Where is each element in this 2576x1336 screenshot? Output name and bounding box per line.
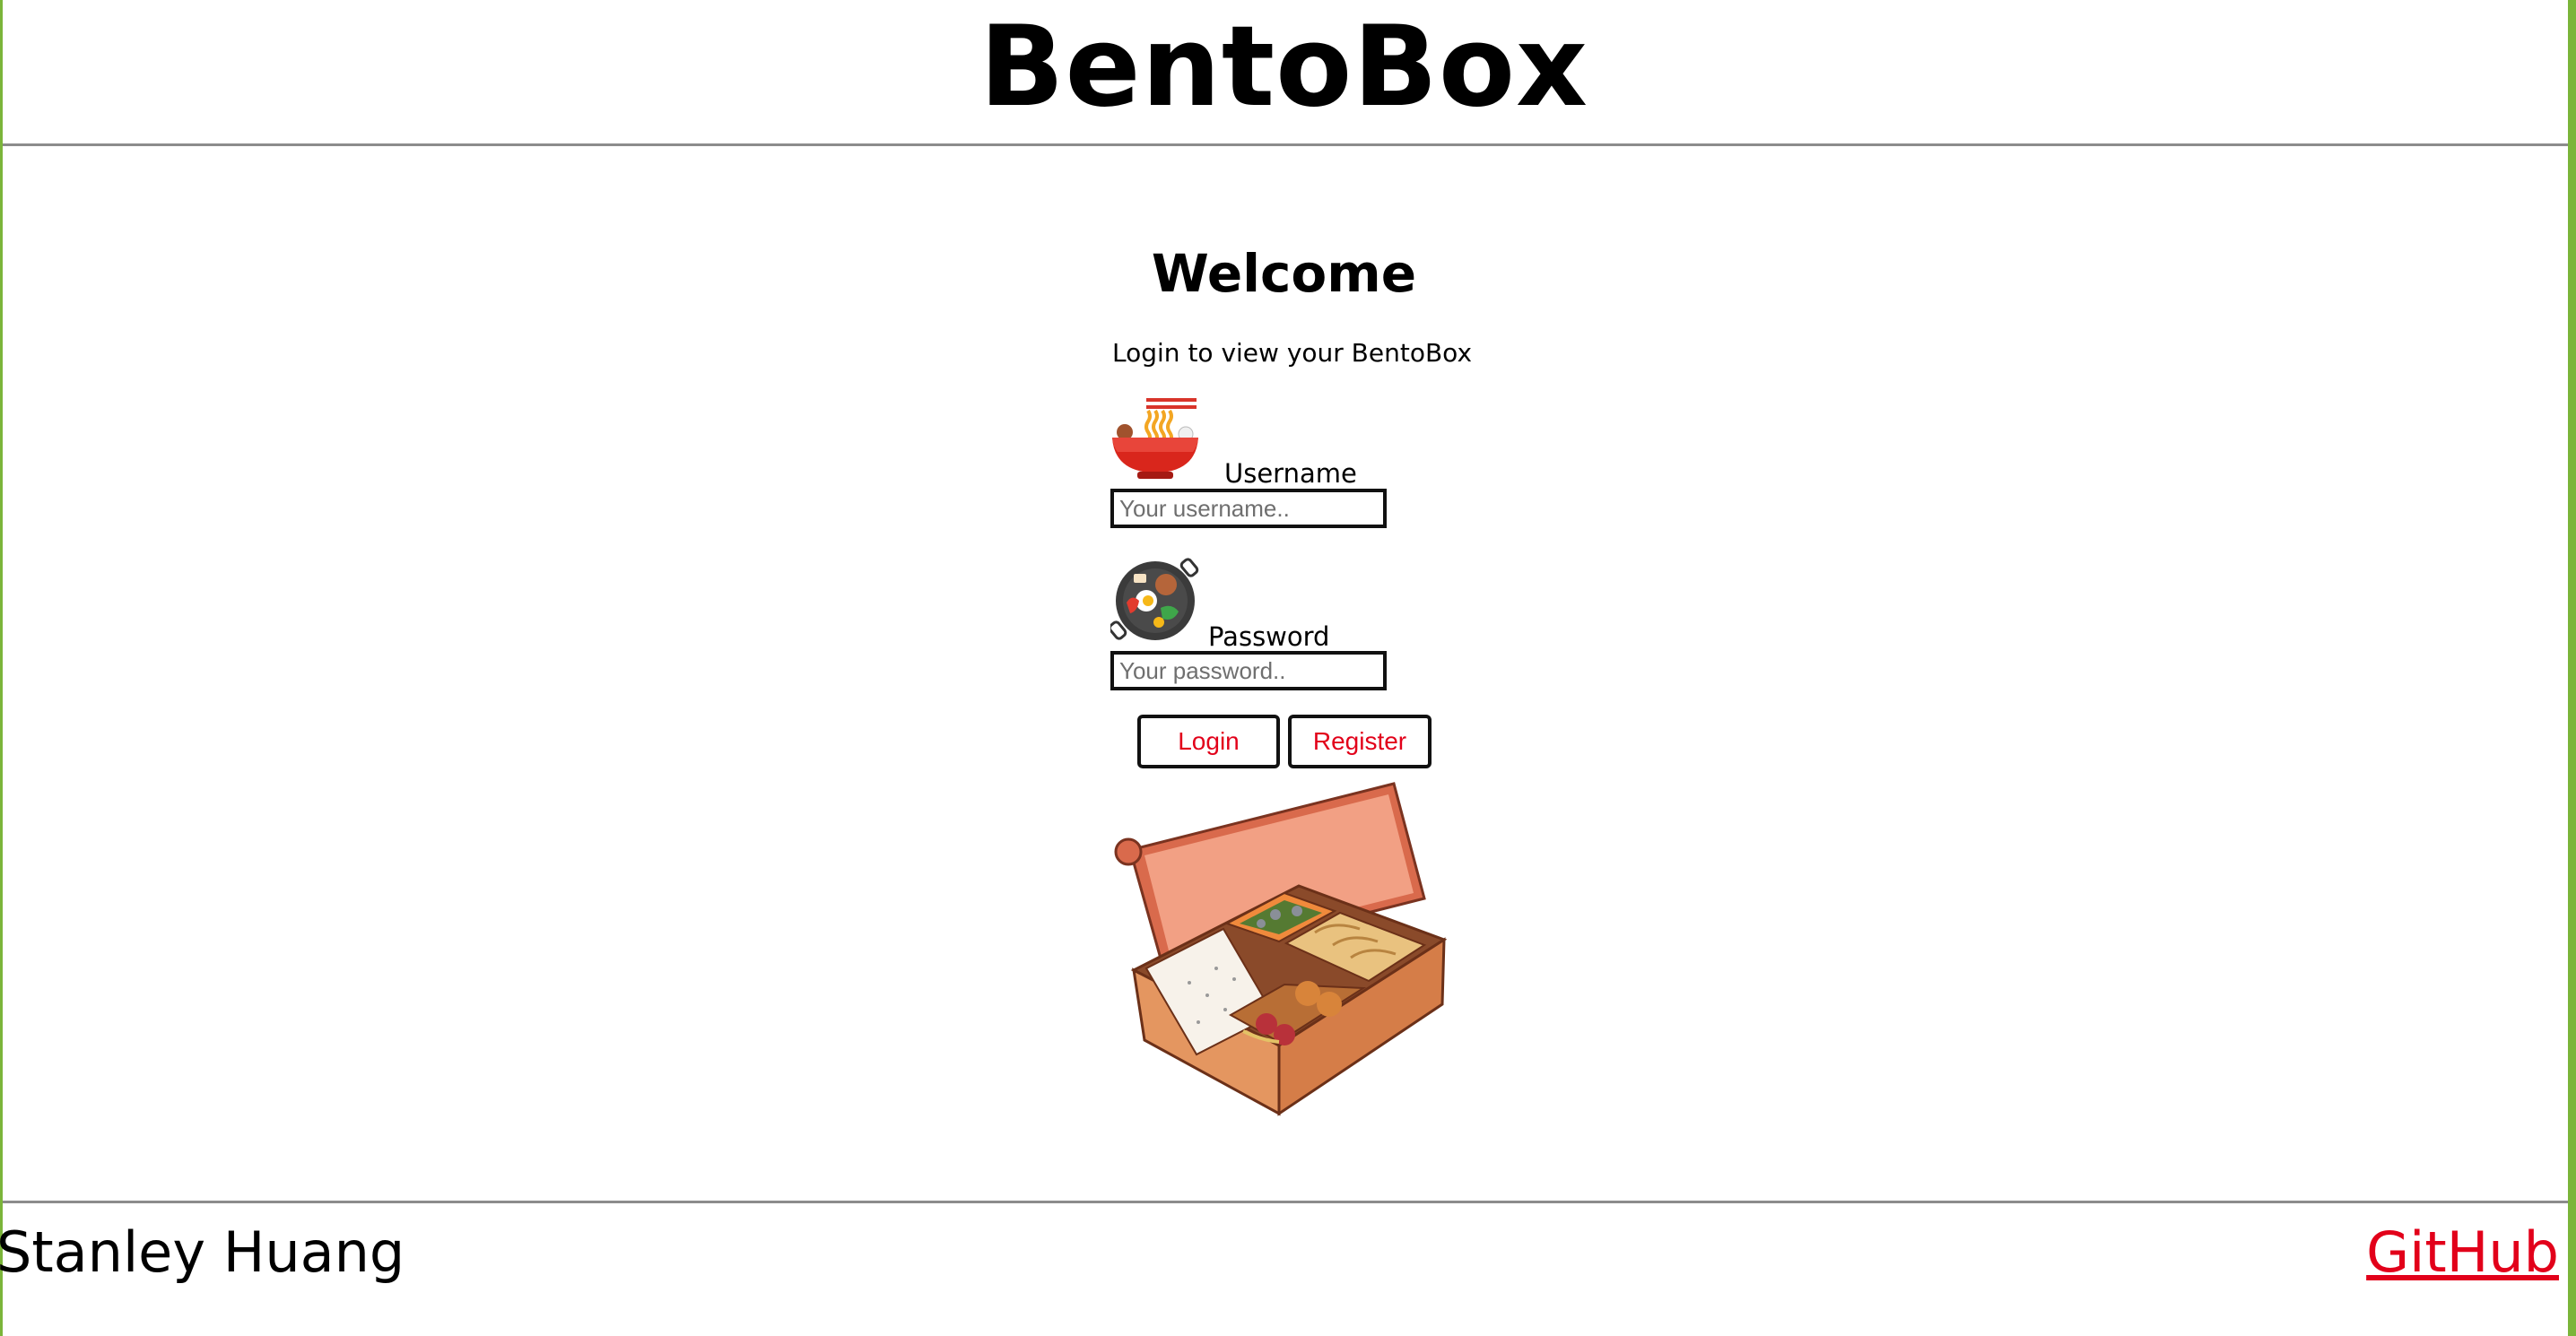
password-label: Password [1208,621,1330,652]
password-input[interactable] [1110,651,1387,690]
footer-author: Stanley Huang [0,1219,405,1285]
username-label: Username [1224,458,1357,489]
page-frame-right [2568,0,2576,1336]
username-input[interactable] [1110,489,1387,528]
page-frame-left [0,0,3,1336]
login-button[interactable]: Login [1137,715,1280,768]
footer-divider [3,1201,2568,1203]
github-link[interactable]: GitHub [2366,1219,2559,1286]
frying-pan-icon [1110,558,1199,640]
bento-box-illustration [1114,782,1448,1116]
welcome-heading: Welcome [1151,243,1417,304]
login-subtitle: Login to view your BentoBox [1112,338,1473,368]
header-divider [3,143,2568,146]
site-title: BentoBox [979,3,1589,132]
ramen-bowl-icon [1112,398,1198,479]
register-button[interactable]: Register [1288,715,1432,768]
